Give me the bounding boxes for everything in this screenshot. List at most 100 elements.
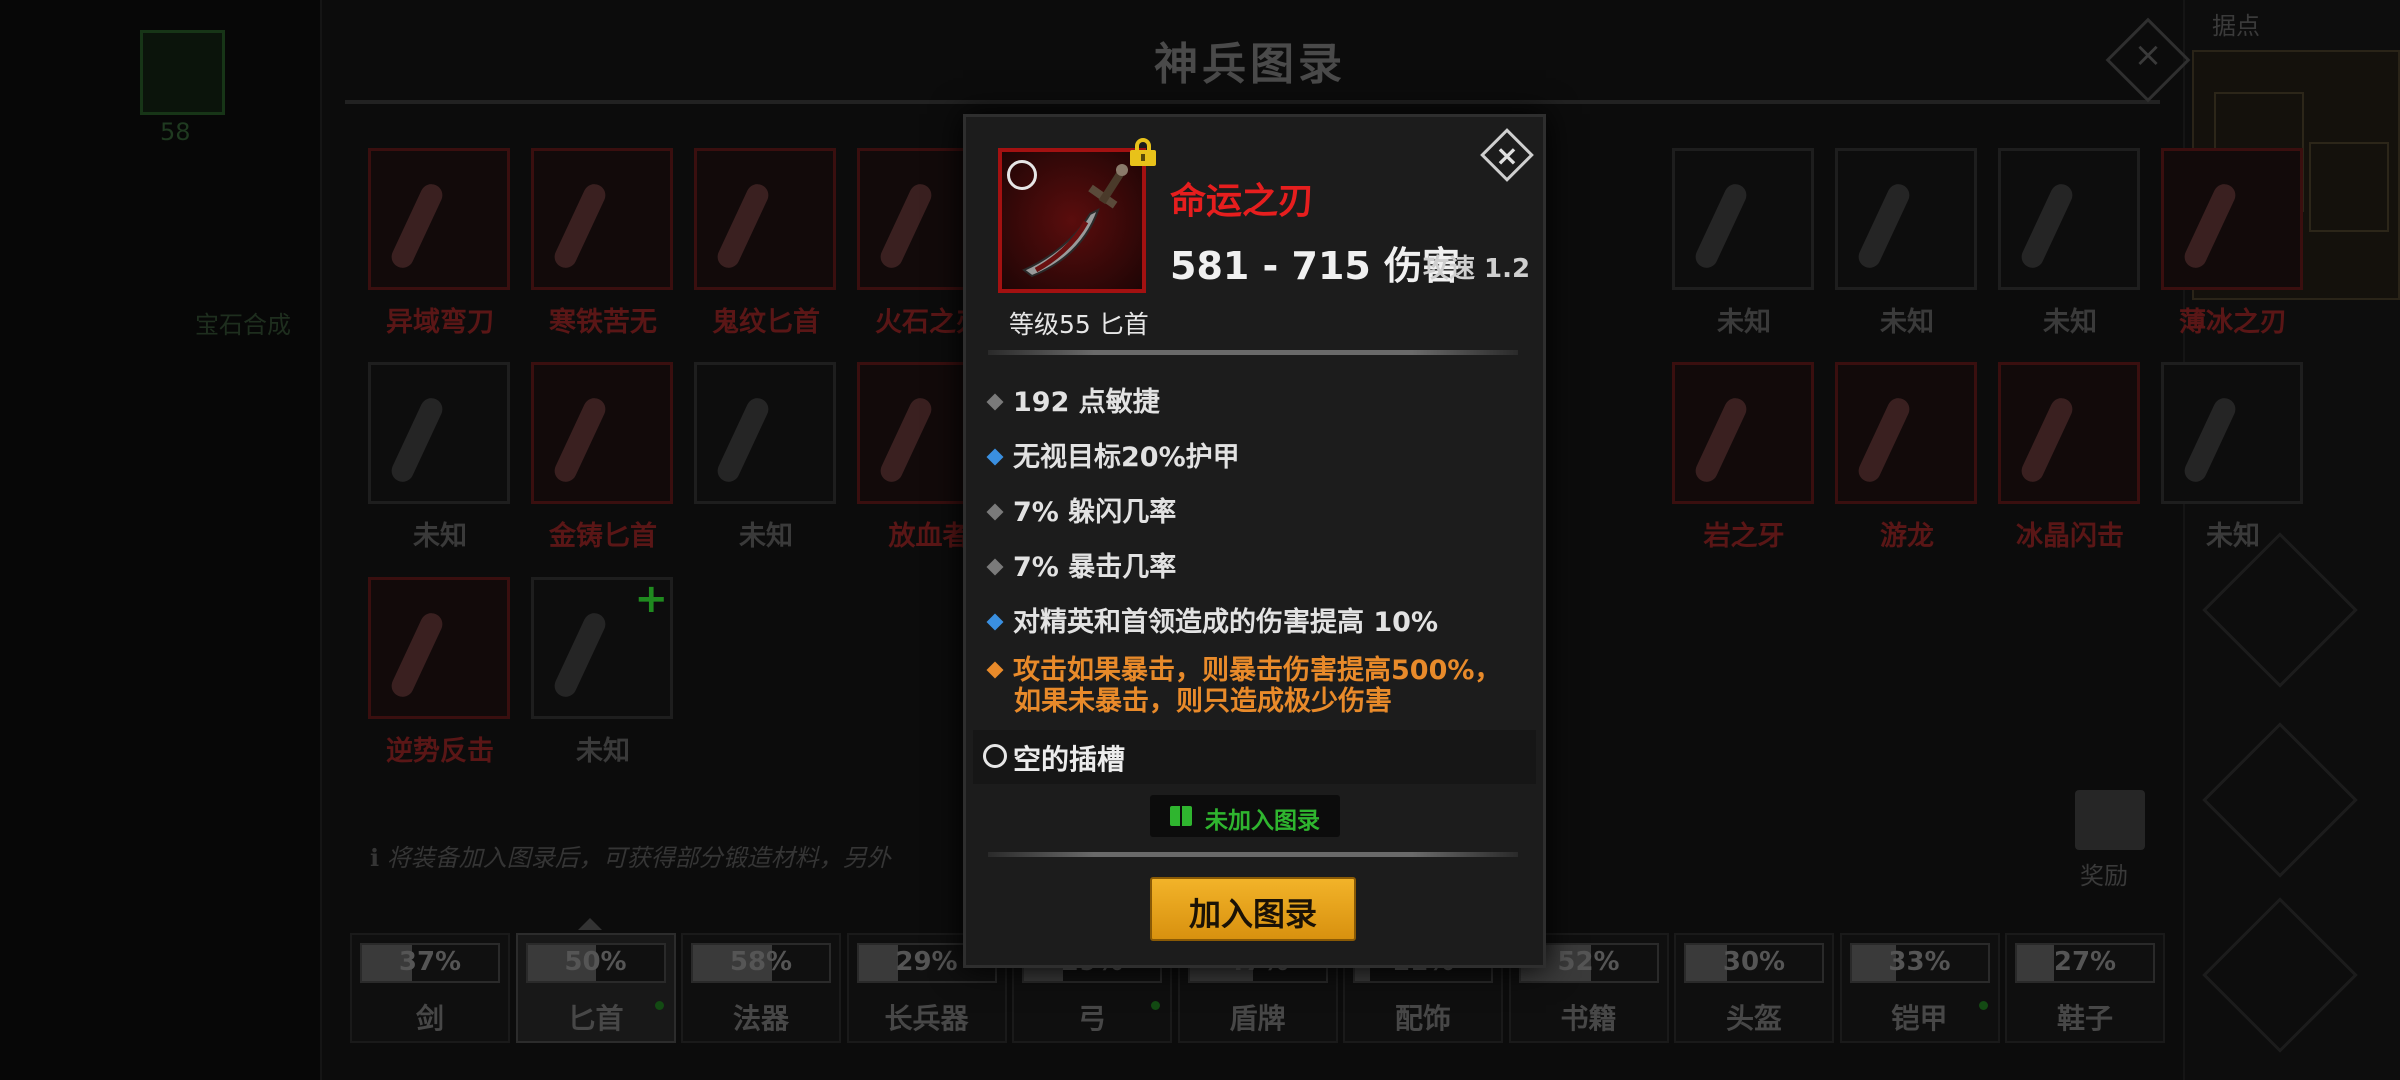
tab-label: 配饰 [1394,1002,1451,1035]
weapon-cell[interactable]: + [531,576,673,719]
minimap-label: 据点 [2212,12,2260,40]
weapon-cell[interactable] [1835,362,1977,504]
weapon-icon [2018,180,2076,272]
weapon-cell[interactable] [1998,362,2140,504]
stat-line: 192 点敏捷 [986,380,1160,419]
diamond-icon [986,613,1004,630]
stat-line: 7% 暴击几率 [986,545,1176,584]
lock-icon [1130,138,1156,166]
weapon-name: 薄冰之刃 [2179,307,2287,338]
item-level: 等级55 匕首 [1009,310,1149,339]
tab-label: 弓 [1077,1002,1106,1035]
info-text: 将装备加入图录后，可获得部分锻造材料，另外 [386,844,891,872]
attack-speed: 攻速 1.2 [1423,254,1531,284]
divider-top [988,350,1518,355]
notification-dot [654,1001,664,1010]
tab-percent: 30% [1722,947,1786,977]
weapon-name: 岩之牙 [1703,521,1785,552]
item-damage: 581 - 715 伤害 [1170,244,1461,288]
weapon-icon [2018,394,2076,486]
tab-label: 鞋子 [2056,1002,2113,1035]
weapon-icon [388,394,446,486]
notification-dot [1151,1001,1160,1010]
page-title: 神兵图录 [1154,39,1346,90]
weapon-name: 逆势反击 [386,736,494,767]
tab-label: 盾牌 [1229,1002,1286,1035]
tab-label: 头盔 [1725,1002,1782,1035]
diamond-icon [986,558,1004,575]
category-tab[interactable]: 30% 头盔 [1674,933,1834,1043]
weapon-icon [877,394,935,486]
tab-percent: 33% [1888,947,1951,977]
weapon-icon [551,609,609,701]
left-count: 58 [160,118,191,146]
weapon-cell[interactable] [368,148,510,290]
gem-icon[interactable] [140,30,225,115]
divider-bottom [988,852,1518,857]
diamond-icon [986,503,1004,520]
popup-close-icon[interactable]: × [1487,136,1527,176]
weapon-cell[interactable] [2161,148,2303,290]
weapon-cell[interactable] [1672,148,1814,290]
weapon-icon [2181,394,2239,486]
weapon-name: 未知 [576,736,630,767]
socket-ring-icon [983,744,1007,768]
stat-line: 无视目标20%护甲 [986,435,1240,474]
gift-icon[interactable] [2075,790,2145,850]
weapon-name: 异域弯刀 [386,307,494,338]
book-icon [1170,806,1192,826]
weapon-cell[interactable] [2161,362,2303,504]
tab-percent: 27% [2053,947,2117,977]
weapon-icon [1855,180,1913,272]
add-to-codex-label: 加入图录 [1188,895,1317,933]
weapon-cell[interactable] [694,362,836,504]
category-tab[interactable]: 27% 鞋子 [2005,933,2165,1043]
reward-label[interactable]: 奖励 [2080,856,2128,891]
tab-percent: 37% [398,947,462,977]
category-tab[interactable]: 37% 剑 [350,933,510,1043]
tab-label: 匕首 [567,1002,624,1035]
stat-line: 对精英和首领造成的伤害提高 10% [986,600,1438,639]
gem-synthesis-label[interactable]: 宝石合成 [195,305,291,340]
add-to-codex-button[interactable]: 加入图录 [1150,877,1356,941]
weapon-name: 未知 [1717,307,1771,338]
socket-text: 空的插槽 [1013,743,1126,776]
weapon-icon [1692,394,1750,486]
category-tab[interactable]: 33% 铠甲 [1839,933,2000,1043]
weapon-cell[interactable] [531,148,673,290]
tab-label: 书籍 [1560,1002,1617,1035]
diamond-icon [986,393,1004,410]
tab-label: 铠甲 [1891,1002,1948,1035]
weapon-name: 未知 [1880,307,1934,338]
weapon-name: 冰晶闪击 [2016,521,2124,552]
tab-label: 剑 [415,1002,444,1035]
category-tab[interactable]: 58% 法器 [681,933,841,1043]
weapon-icon [1855,394,1913,486]
weapon-name: 未知 [739,521,793,552]
notification-dot [1978,1001,1988,1010]
weapon-cell[interactable] [368,577,510,719]
info-hint: ℹ 将装备加入图录后，可获得部分锻造材料，另外 [370,844,891,872]
tab-label: 长兵器 [884,1002,969,1035]
weapon-cell[interactable] [694,148,836,290]
weapon-icon [551,394,609,486]
weapon-name: 寒铁苦无 [549,307,657,338]
plus-icon: + [634,576,668,622]
weapon-cell[interactable] [531,362,673,504]
codex-status-text: 未加入图录 [1205,808,1320,834]
selected-tab-marker [578,918,602,930]
weapon-cell[interactable] [1835,148,1977,290]
game-screen: 58 宝石合成 据点 神兵图录 × 异域弯刀 寒铁苦无 鬼纹匕首 火石之刃 未知 未知 未知… [0,0,2400,1080]
socket-indicator-icon [1007,160,1037,190]
weapon-cell[interactable] [1672,362,1814,504]
weapon-icon [877,180,935,272]
weapon-name: 金铸匕首 [549,521,657,552]
title-divider [345,100,2160,104]
weapon-icon [1692,180,1750,272]
weapon-cell[interactable] [1998,148,2140,290]
weapon-cell[interactable] [368,362,510,504]
category-tab[interactable]: 50% 匕首 [515,933,676,1043]
weapon-icon [551,180,609,272]
weapon-name: 未知 [2043,307,2097,338]
stat-line: 7% 躲闪几率 [986,490,1176,529]
